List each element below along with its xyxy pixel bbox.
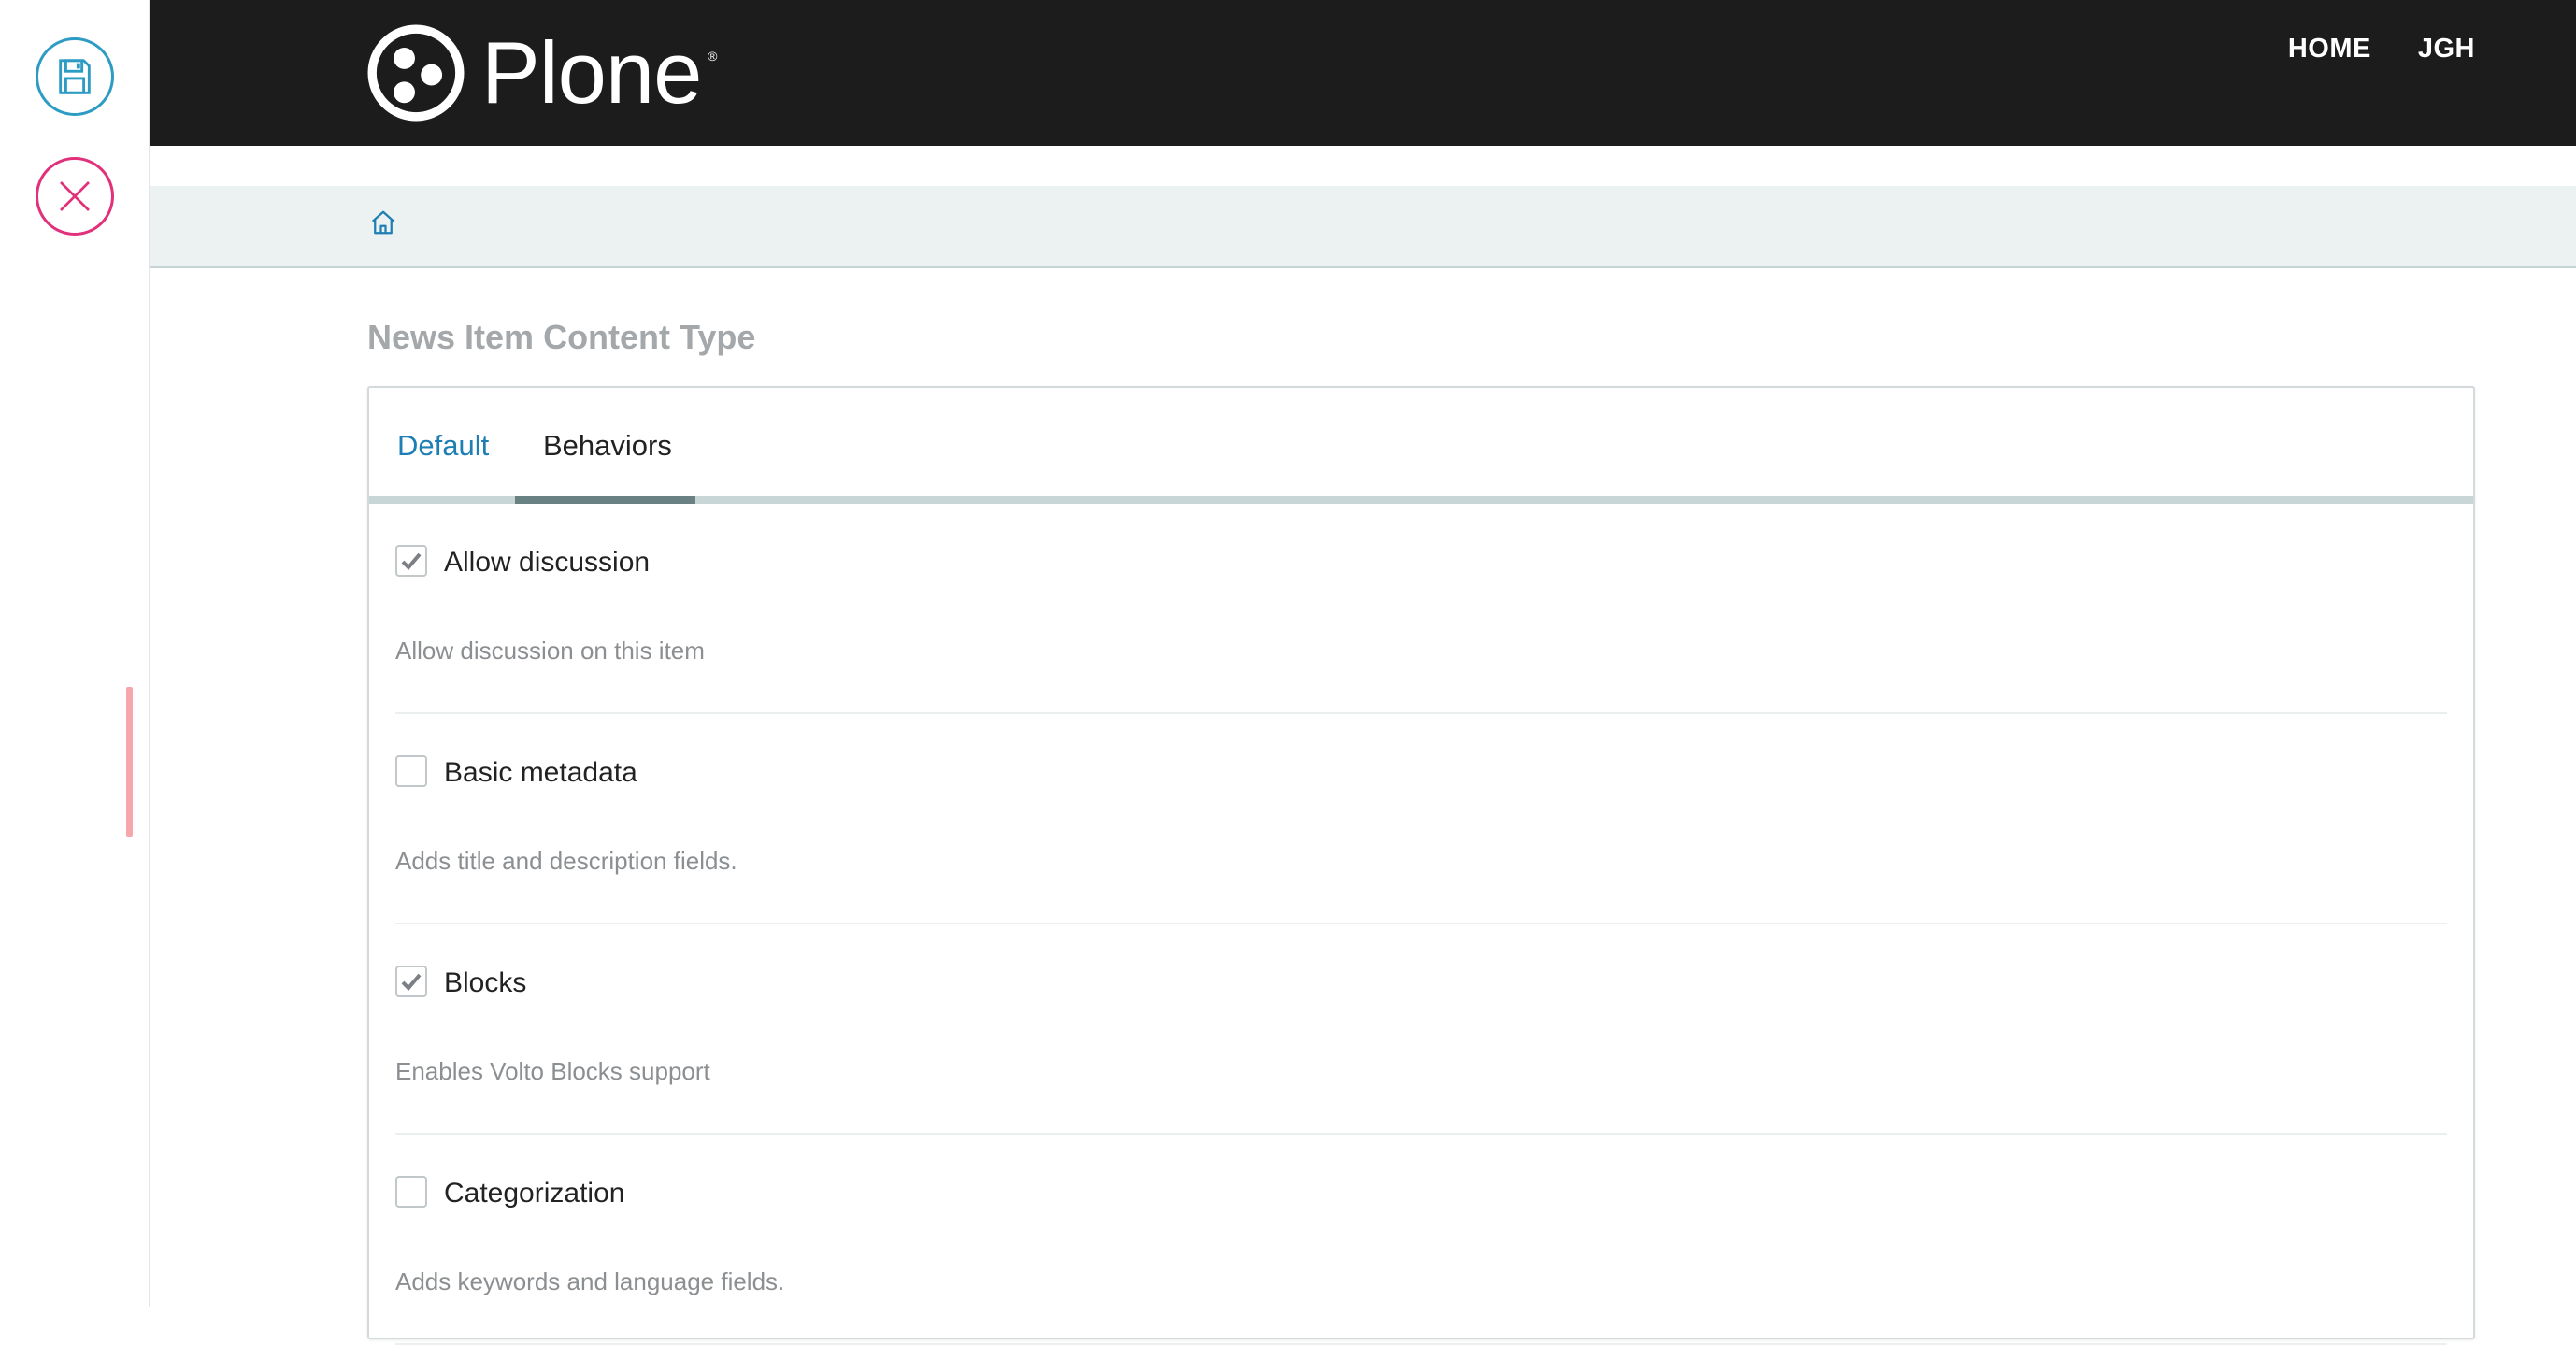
main-navigation: HOME JGH bbox=[2288, 34, 2475, 64]
field-label: Categorization bbox=[444, 1178, 625, 1209]
behavior-field-allow-discussion: Allow discussion Allow discussion on thi… bbox=[395, 504, 2447, 714]
blocks-checkbox[interactable] bbox=[395, 966, 427, 997]
close-icon bbox=[60, 181, 90, 211]
behavior-field-categorization: Categorization Adds keywords and languag… bbox=[395, 1135, 2447, 1345]
tab-default[interactable]: Default bbox=[397, 429, 489, 463]
tab-behaviors[interactable]: Behaviors bbox=[543, 429, 672, 463]
breadcrumb bbox=[150, 186, 2576, 268]
toolbar-resize-handle[interactable] bbox=[126, 687, 133, 837]
floppy-disk-icon bbox=[59, 59, 91, 94]
field-help: Allow discussion on this item bbox=[395, 637, 705, 665]
home-icon bbox=[372, 210, 394, 235]
breadcrumb-home[interactable] bbox=[369, 208, 407, 246]
behavior-field-basic-metadata: Basic metadata Adds title and descriptio… bbox=[395, 714, 2447, 924]
left-toolbar bbox=[0, 0, 150, 1307]
logo-wordmark: Plone ® bbox=[481, 23, 717, 122]
checkmark-icon bbox=[401, 973, 422, 991]
field-help: Adds keywords and language fields. bbox=[395, 1267, 785, 1295]
field-label: Blocks bbox=[444, 967, 527, 998]
active-tab-indicator bbox=[515, 496, 695, 504]
page-title: News Item Content Type bbox=[367, 318, 756, 356]
basic-metadata-checkbox[interactable] bbox=[395, 755, 427, 787]
categorization-checkbox[interactable] bbox=[395, 1176, 427, 1208]
plone-logo-icon bbox=[367, 24, 465, 122]
behavior-field-blocks: Blocks Enables Volto Blocks support bbox=[395, 924, 2447, 1135]
field-help: Enables Volto Blocks support bbox=[395, 1057, 710, 1085]
save-button[interactable] bbox=[36, 37, 114, 116]
plone-logo[interactable]: Plone ® bbox=[367, 23, 717, 122]
field-help: Adds title and description fields. bbox=[395, 847, 737, 875]
nav-home[interactable]: HOME bbox=[2288, 34, 2371, 64]
field-label: Basic metadata bbox=[444, 757, 637, 788]
allow-discussion-checkbox[interactable] bbox=[395, 545, 427, 577]
cancel-button[interactable] bbox=[36, 157, 114, 236]
content-type-form: Default Behaviors Allow discussion Allow… bbox=[367, 386, 2475, 1345]
field-label: Allow discussion bbox=[444, 547, 651, 578]
tab-bar: Default Behaviors bbox=[369, 388, 2473, 504]
checkmark-icon bbox=[401, 552, 422, 570]
nav-jgh[interactable]: JGH bbox=[2418, 34, 2475, 64]
site-header: Plone ® HOME JGH bbox=[150, 0, 2576, 146]
